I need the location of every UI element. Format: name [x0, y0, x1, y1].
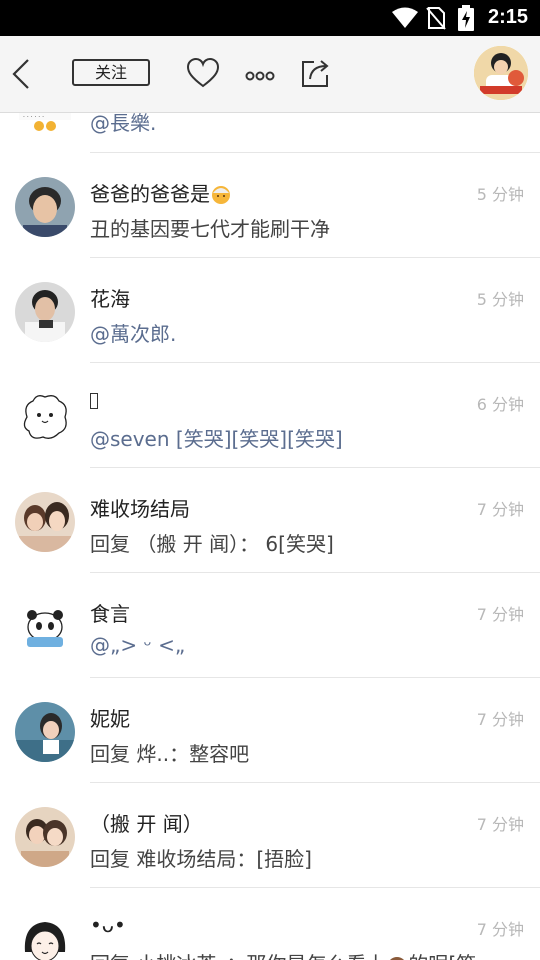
- comment-author: 食言: [90, 602, 130, 626]
- comment-text: 丑的基因要七代才能刷干净: [90, 217, 330, 241]
- share-button[interactable]: [300, 57, 332, 93]
- comment-item[interactable]: 难收场结局 7 分钟 回复 （搬 开 闻）： 6[笑哭]: [0, 468, 540, 573]
- more-button[interactable]: [245, 67, 275, 86]
- status-bar: 2:15: [0, 0, 540, 36]
- comment-time: 5 分钟: [476, 290, 524, 309]
- dog-emoji-icon: [390, 957, 405, 960]
- comment-author: （搬 开 闻）: [90, 812, 203, 836]
- comment-item[interactable]: •ᴗ• 7 分钟 回复 小桃冰茶_：那你是怎么看上的呢[笑: [0, 888, 540, 960]
- comment-text: @seven [笑哭][笑哭][笑哭]: [90, 427, 343, 451]
- user-avatar[interactable]: [15, 597, 75, 657]
- comment-time: 7 分钟: [476, 500, 524, 519]
- user-avatar[interactable]: [15, 387, 75, 447]
- comment-time: 7 分钟: [476, 920, 524, 939]
- comment-time: 7 分钟: [476, 605, 524, 624]
- user-avatar[interactable]: [15, 492, 75, 552]
- comment-text: @萬次郎.: [90, 322, 177, 346]
- heart-outline-icon: [186, 57, 220, 88]
- user-avatar[interactable]: [15, 912, 75, 960]
- user-avatar[interactable]: [15, 177, 75, 237]
- comment-text: @長樂.: [90, 112, 157, 135]
- comment-item-partial[interactable]: · · · · · · @長樂.: [0, 112, 540, 152]
- author-avatar[interactable]: [474, 46, 528, 100]
- no-sim-icon: [426, 6, 446, 34]
- wifi-icon: [392, 7, 418, 33]
- user-avatar[interactable]: [15, 807, 75, 867]
- comment-text: 回复 （搬 开 闻）： 6[笑哭]: [90, 532, 334, 556]
- comment-author: 难收场结局: [90, 497, 190, 521]
- comment-author: 爸爸的爸爸是: [90, 178, 232, 207]
- comment-item[interactable]: 妮妮 7 分钟 回复 烨..：整容吧: [0, 678, 540, 783]
- comment-text: 回复 烨..：整容吧: [90, 742, 250, 766]
- comment-item[interactable]: 花海 5 分钟 @萬次郎.: [0, 258, 540, 363]
- comment-author: •ᴗ•: [90, 913, 126, 937]
- comment-text: @„> ᵕ <„: [90, 633, 186, 657]
- like-button[interactable]: [186, 57, 220, 93]
- comment-time: 6 分钟: [476, 395, 524, 414]
- more-dots-icon: [245, 71, 275, 81]
- missing-glyph-icon: [90, 393, 98, 409]
- comment-text: 回复 难收场结局：[捂脸]: [90, 847, 312, 871]
- battery-charging-icon: [458, 5, 474, 35]
- comment-author: 花海: [90, 287, 130, 311]
- comment-author: [90, 388, 98, 412]
- user-avatar[interactable]: [15, 702, 75, 762]
- share-icon: [302, 60, 329, 87]
- comment-item[interactable]: （搬 开 闻） 7 分钟 回复 难收场结局：[捂脸]: [0, 783, 540, 888]
- chevron-left-icon: [12, 59, 29, 89]
- clock: 2:15: [487, 6, 528, 28]
- back-button[interactable]: [10, 56, 34, 92]
- comment-time: 7 分钟: [476, 710, 524, 729]
- comment-time: 7 分钟: [476, 815, 524, 834]
- toolbar: 关注: [0, 36, 540, 113]
- user-avatar-icon: [474, 46, 528, 100]
- comment-item[interactable]: 食言 7 分钟 @„> ᵕ <„: [0, 573, 540, 678]
- comment-list: · · · · · · @長樂. 爸爸的爸爸是 5 分钟 丑的基因要七代才能刷干…: [0, 112, 540, 960]
- comment-author: 妮妮: [90, 707, 130, 731]
- comment-item[interactable]: 爸爸的爸爸是 5 分钟 丑的基因要七代才能刷干净: [0, 153, 540, 258]
- old-man-emoji-icon: [212, 186, 230, 204]
- comment-item[interactable]: 6 分钟 @seven [笑哭][笑哭][笑哭]: [0, 363, 540, 468]
- comment-time: 5 分钟: [476, 185, 524, 204]
- follow-button[interactable]: 关注: [72, 59, 150, 86]
- user-avatar[interactable]: [15, 282, 75, 342]
- comment-text: 回复 小桃冰茶_：那你是怎么看上的呢[笑: [90, 948, 530, 960]
- svg-text:· · · · · ·: · · · · · ·: [23, 114, 44, 121]
- sticker-avatar: · · · · · ·: [15, 112, 75, 132]
